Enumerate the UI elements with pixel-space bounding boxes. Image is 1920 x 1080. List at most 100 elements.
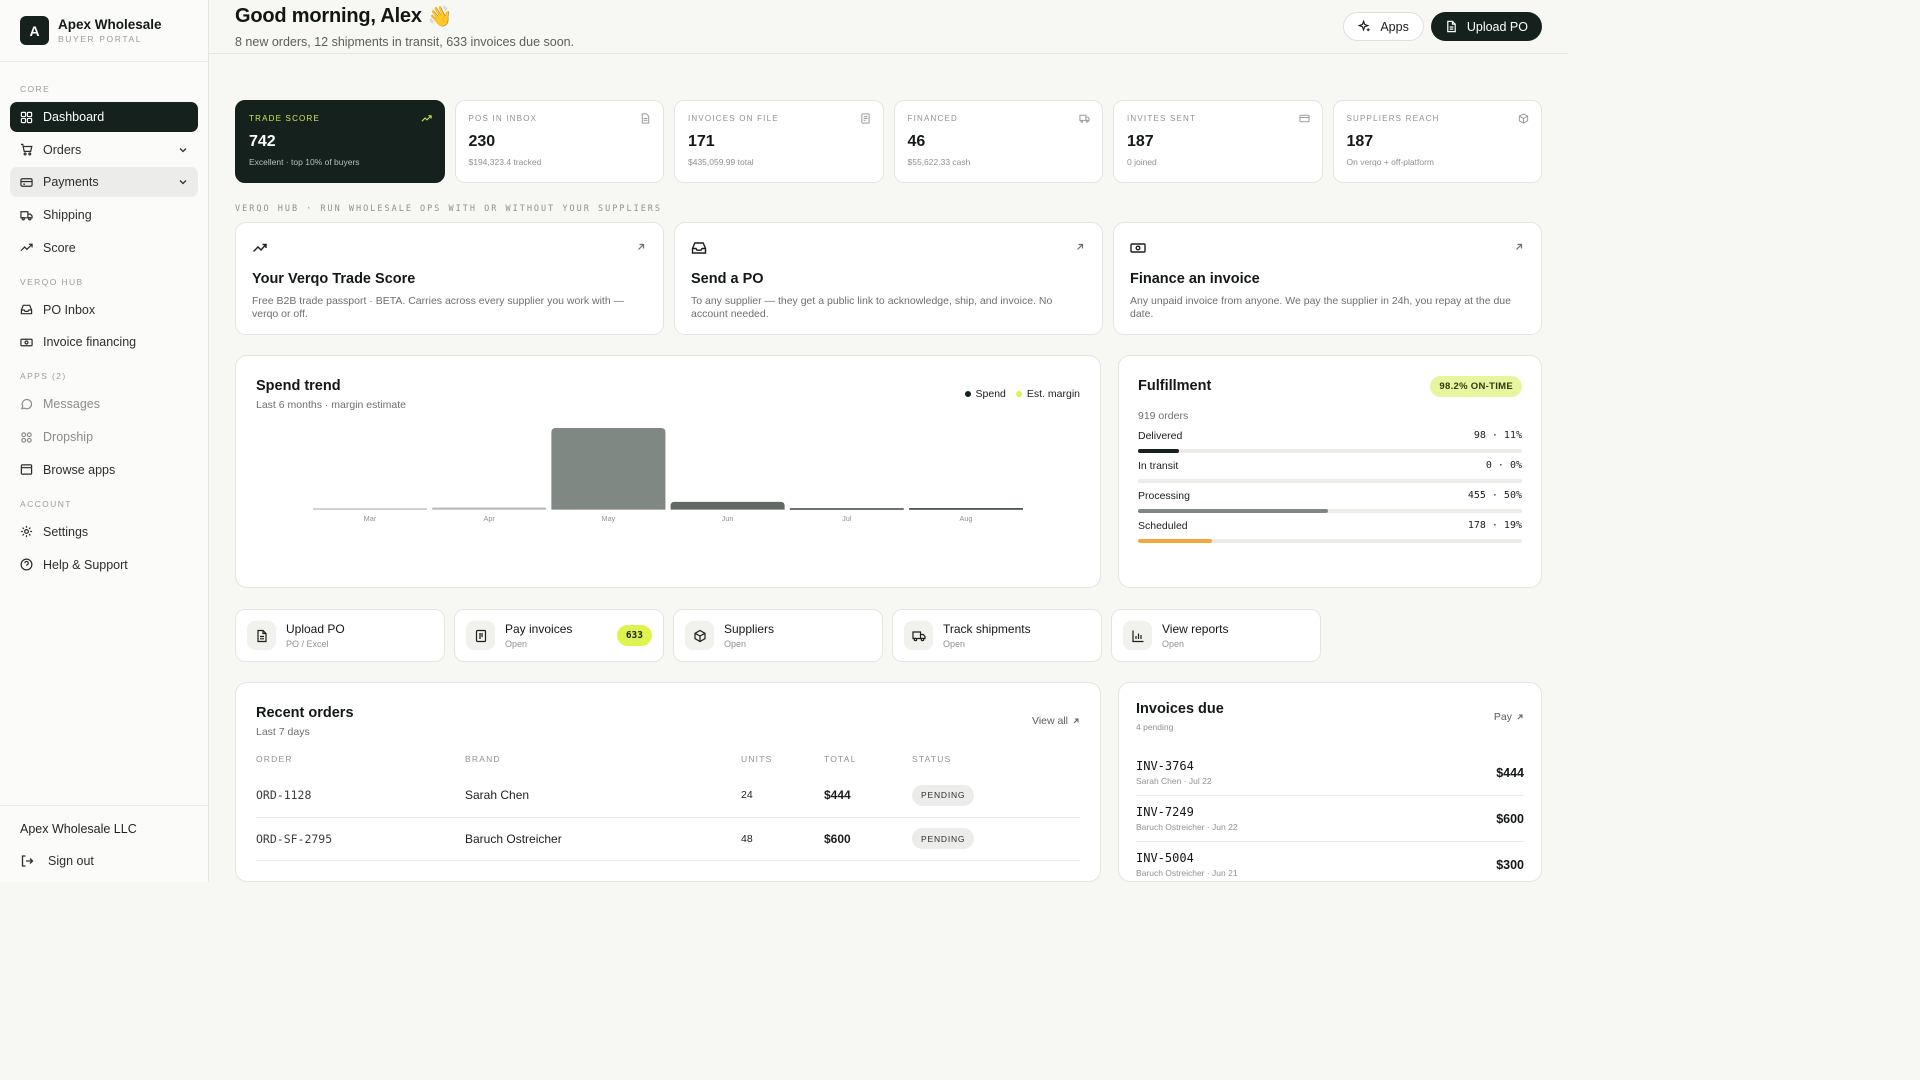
list-item[interactable]: INV-7249 Baruch Ostreicher · Jun 22 $600 xyxy=(1136,796,1524,842)
recent-orders-title: Recent orders xyxy=(256,705,354,721)
order-brand: Baruch Ostreicher xyxy=(465,817,741,861)
brand-name: Apex Wholesale xyxy=(58,17,162,32)
quick-action-suppliers[interactable]: Suppliers Open xyxy=(673,609,883,662)
upload-po-button[interactable]: Upload PO xyxy=(1430,12,1542,41)
kpi-card-trade-score[interactable]: TRADE SCORE 742 Excellent · top 10% of b… xyxy=(235,100,445,183)
orders-table: ORDER BRAND UNITS TOTAL STATUS ORD-1128 … xyxy=(256,754,1080,861)
invoice-amount: $600 xyxy=(1496,811,1524,826)
kpi-value: 230 xyxy=(468,133,496,150)
inbox-icon xyxy=(20,304,33,315)
sidebar-item-label: Help & Support xyxy=(43,557,128,572)
hub-card-send-po[interactable]: Send a PO To any supplier — they get a p… xyxy=(674,222,1103,335)
sidebar-item-po-inbox[interactable]: PO Inbox xyxy=(10,295,198,325)
list-item[interactable]: INV-3764 Sarah Chen · Jul 22 $444 xyxy=(1136,750,1524,796)
view-all-link[interactable]: View all xyxy=(1032,715,1080,727)
grid-icon xyxy=(20,111,33,123)
bar-jul[interactable] xyxy=(789,508,904,510)
order-id[interactable]: ORD-SF-2795 xyxy=(256,817,465,861)
recent-orders-panel: Recent orders Last 7 days View all ORDER… xyxy=(235,682,1101,882)
sidebar-item-label: Dropship xyxy=(43,430,94,445)
col-brand[interactable]: BRAND xyxy=(465,754,741,774)
qa-sub: PO / Excel xyxy=(286,639,329,649)
receipt-icon xyxy=(860,113,870,124)
arrow-up-right-icon[interactable] xyxy=(1075,242,1085,252)
invoice-meta: Baruch Ostreicher · Jun 22 xyxy=(1136,822,1238,832)
brand[interactable]: A Apex Wholesale BUYER PORTAL xyxy=(0,0,208,62)
chevron-down-icon[interactable] xyxy=(178,177,188,187)
sidebar-item-label: Score xyxy=(43,240,76,255)
kpi-card-invites-sent[interactable]: INVITES SENT 187 0 joined xyxy=(1113,100,1323,183)
bar-jun[interactable] xyxy=(670,501,785,510)
inbox-icon xyxy=(691,242,707,254)
bar-mar[interactable] xyxy=(312,508,428,510)
list-item[interactable]: INV-5004 Baruch Ostreicher · Jun 21 $300 xyxy=(1136,842,1524,882)
sign-out-button[interactable]: Sign out xyxy=(20,854,188,868)
quick-action-pay-invoices[interactable]: Pay invoices Open 633 xyxy=(454,609,664,662)
sidebar-item-dashboard[interactable]: Dashboard xyxy=(10,102,198,132)
qa-title: Track shipments xyxy=(943,622,1031,636)
fulfillment-row-label: Processing xyxy=(1138,490,1190,502)
sidebar-item-shipping[interactable]: Shipping xyxy=(10,200,198,230)
invoices-due-title: Invoices due xyxy=(1136,701,1224,717)
bar-may[interactable] xyxy=(551,428,666,510)
card-icon xyxy=(1298,114,1310,123)
kpi-sub: Excellent · top 10% of buyers xyxy=(249,157,360,167)
kpi-card-financed[interactable]: FINANCED 46 $55,622.33 cash xyxy=(893,100,1103,183)
sidebar-item-orders[interactable]: Orders xyxy=(10,135,198,165)
sidebar-item-invoice-financing[interactable]: Invoice financing xyxy=(10,327,198,357)
sidebar-item-payments[interactable]: Payments xyxy=(10,167,198,198)
hub-card-finance-invoice[interactable]: Finance an invoice Any unpaid invoice fr… xyxy=(1113,222,1542,335)
arrow-up-right-icon[interactable] xyxy=(1514,242,1524,252)
view-all-label: View all xyxy=(1032,715,1068,727)
progress-track xyxy=(1138,539,1522,543)
trend-up-icon xyxy=(253,243,267,252)
table-row[interactable]: ORD-1128 Sarah Chen 24 $444 PENDING xyxy=(256,774,1080,818)
progress-track xyxy=(1138,479,1522,483)
apps-button[interactable]: Apps xyxy=(1343,12,1424,41)
hub-section-label: VERQO HUB · RUN WHOLESALE OPS WITH OR WI… xyxy=(235,204,663,214)
col-units[interactable]: UNITS xyxy=(741,754,824,774)
kpi-label: SUPPLIERS REACH xyxy=(1346,114,1440,123)
col-total[interactable]: TOTAL xyxy=(824,754,912,774)
bar-aug[interactable] xyxy=(908,508,1024,510)
col-status[interactable]: STATUS xyxy=(912,754,1080,774)
qa-sub: Open xyxy=(724,639,747,649)
sidebar-item-messages[interactable]: Messages xyxy=(10,389,198,419)
order-id[interactable]: ORD-1128 xyxy=(256,774,465,818)
table-row[interactable]: ORD-SF-2795 Baruch Ostreicher 48 $600 PE… xyxy=(256,817,1080,861)
kpi-card-suppliers-reach[interactable]: SUPPLIERS REACH 187 On verqo + off-platf… xyxy=(1332,100,1542,183)
kpi-value: 46 xyxy=(907,133,926,150)
order-status-cell: PENDING xyxy=(912,817,1080,861)
bar-apr[interactable] xyxy=(432,507,547,510)
greeting-summary: 8 new orders, 12 shipments in transit, 6… xyxy=(235,35,575,49)
order-units: 48 xyxy=(741,817,824,861)
kpi-label: TRADE SCORE xyxy=(249,114,320,123)
kpi-card-invoices-on-file[interactable]: INVOICES ON FILE 171 $435,059.99 total xyxy=(674,100,884,183)
hub-card-trade-score[interactable]: Your Verqo Trade Score Free B2B trade pa… xyxy=(235,222,664,335)
legend-margin[interactable]: Est. margin xyxy=(1015,388,1080,400)
help-icon xyxy=(20,558,33,571)
col-order[interactable]: ORDER xyxy=(256,754,465,774)
invoice-id: INV-5004 xyxy=(1136,851,1194,865)
nav-section-apps: APPS (2) xyxy=(20,371,67,382)
sidebar-item-settings[interactable]: Settings xyxy=(10,517,198,547)
sidebar-item-score[interactable]: Score xyxy=(10,233,198,263)
sidebar-item-help-support[interactable]: Help & Support xyxy=(10,550,198,580)
arrow-up-right-icon[interactable] xyxy=(636,242,646,252)
quick-action-view-reports[interactable]: View reports Open xyxy=(1111,609,1321,662)
kpi-card-pos-in-inbox[interactable]: POS IN INBOX 230 $194,323.4 tracked xyxy=(454,100,664,183)
document-icon xyxy=(641,113,650,124)
quick-action-upload-po[interactable]: Upload PO PO / Excel xyxy=(235,609,445,662)
quick-action-track-shipments[interactable]: Track shipments Open xyxy=(892,609,1102,662)
recent-orders-subtitle: Last 7 days xyxy=(256,726,310,738)
sidebar-item-dropship[interactable]: Dropship xyxy=(10,422,198,452)
kpi-value: 187 xyxy=(1127,133,1154,150)
chevron-down-icon[interactable] xyxy=(178,145,188,155)
fulfillment-row-value: 455 · 50% xyxy=(1467,490,1522,501)
qa-title: View reports xyxy=(1162,622,1229,636)
fulfillment-row-label: In transit xyxy=(1138,460,1179,472)
sidebar-item-label: Settings xyxy=(43,524,89,539)
pay-link[interactable]: Pay xyxy=(1494,711,1524,723)
sidebar-item-browse-apps[interactable]: Browse apps xyxy=(10,455,198,485)
legend-spend[interactable]: Spend xyxy=(964,388,1006,400)
